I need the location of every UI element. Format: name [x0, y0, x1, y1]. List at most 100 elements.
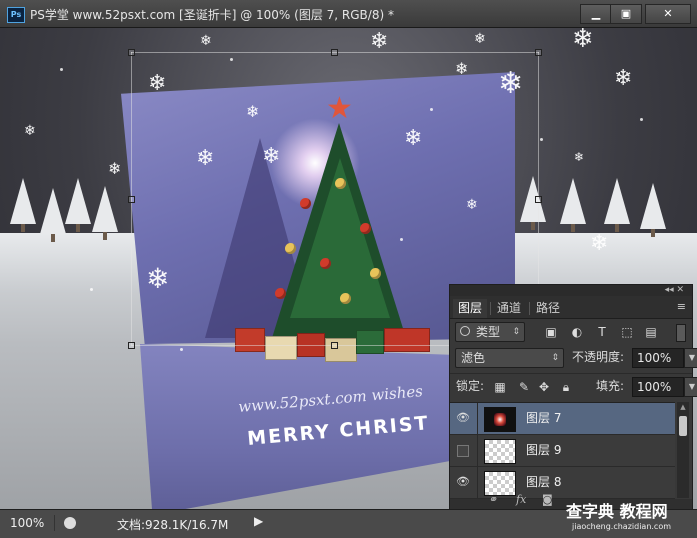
scroll-thumb[interactable] [679, 416, 687, 436]
opacity-field[interactable]: 100% ▼ [632, 348, 697, 368]
layer-name: 图层 8 [526, 475, 562, 489]
snow-dot [180, 348, 183, 351]
panel-menu-icon[interactable]: ≡ [677, 301, 686, 312]
transform-handle-left[interactable] [128, 196, 135, 203]
search-icon [460, 326, 470, 336]
opacity-dropdown-button[interactable]: ▼ [684, 348, 697, 368]
visibility-toggle-off[interactable] [457, 445, 469, 457]
adjustment-layer-filter-icon[interactable]: ◐ [570, 325, 584, 339]
snowflake-icon: ❄ [200, 33, 212, 49]
document-size: 文档:928.1K/16.7M [117, 518, 229, 532]
tree-star-icon: ★ [326, 91, 353, 126]
gift-box [235, 328, 265, 352]
tab-separator [529, 302, 530, 315]
fill-value: 100% [637, 380, 672, 394]
document-info-icon[interactable] [64, 517, 76, 529]
filter-type-label: 类型 [476, 325, 501, 339]
link-layers-icon[interactable]: ⚭ [488, 493, 497, 506]
lock-label: 锁定: [456, 379, 485, 393]
tab-separator [490, 302, 491, 315]
column-divider [477, 435, 478, 466]
lock-transparency-icon[interactable]: ▦ [494, 381, 506, 393]
transform-handle-right[interactable] [535, 196, 542, 203]
title-bar: Ps PS学堂 www.52psxt.com [圣诞折卡] @ 100% (图层… [0, 0, 697, 28]
snowflake-icon: ❄ [574, 150, 585, 164]
panel-header-strip: ◂◂ ✕ [450, 285, 692, 296]
maximize-icon: ▣ [620, 7, 632, 20]
add-mask-icon[interactable]: ◙ [542, 493, 553, 506]
snow-dot [230, 58, 233, 61]
layer-row-9[interactable]: 图层 9 [450, 435, 675, 467]
snowflake-icon: ❄ [614, 66, 633, 91]
tab-paths[interactable]: 路径 [531, 299, 565, 318]
type-layer-filter-icon[interactable]: T [595, 325, 609, 339]
ornament [340, 293, 351, 304]
fill-field[interactable]: 100% ▼ [632, 377, 697, 397]
blend-row: 滤色 ⇕ 不透明度: 100% ▼ [450, 345, 697, 371]
layer-filter-select[interactable]: 类型 ⇕ [455, 322, 525, 342]
filter-toggle[interactable] [676, 324, 686, 342]
snowflake-icon: ❄ [572, 28, 594, 54]
minimize-button[interactable]: ▁ [580, 4, 612, 24]
bg-tree [640, 183, 666, 237]
lock-position-icon[interactable]: ✥ [538, 381, 550, 393]
lock-image-pixels-icon[interactable]: ✎ [518, 381, 530, 393]
close-button[interactable]: ✕ [645, 4, 691, 24]
layer-list-scrollbar[interactable]: ▲ [677, 402, 689, 498]
blend-mode-select[interactable]: 滤色 ⇕ [455, 348, 564, 368]
snowflake-icon: ❄ [246, 102, 260, 121]
ornament [275, 288, 286, 299]
snow-dot [60, 68, 63, 71]
layer-name: 图层 7 [526, 411, 562, 425]
lock-all-icon[interactable]: 🔒︎ [560, 381, 572, 393]
snowflake-icon: ❄ [590, 231, 609, 256]
gift-box [325, 338, 357, 362]
layer-list: 👁︎ 图层 7 图层 9 👁︎ 图层 8 [450, 402, 675, 499]
transform-handle-top-left[interactable] [128, 49, 135, 56]
ornament [285, 243, 296, 254]
fx-icon[interactable]: fx [516, 493, 526, 506]
scroll-up-icon[interactable]: ▲ [677, 402, 689, 412]
panel-tabs: 图层 通道 路径 ≡ [450, 296, 692, 319]
collapse-panel-icon[interactable]: ◂◂ ✕ [665, 285, 684, 296]
snowflake-icon: ❄ [370, 29, 389, 54]
ornament [370, 268, 381, 279]
fill-dropdown-button[interactable]: ▼ [684, 377, 697, 397]
blend-mode-value: 滤色 [461, 351, 486, 365]
close-icon: ✕ [663, 7, 673, 20]
eye-icon[interactable]: 👁︎ [456, 476, 470, 488]
tab-layers[interactable]: 图层 [453, 299, 488, 318]
snowflake-icon: ❄ [404, 126, 423, 151]
ornament [360, 223, 371, 234]
transform-handle-bottom[interactable] [331, 342, 338, 349]
smart-object-filter-icon[interactable]: ▤ [644, 325, 658, 339]
snow-dot [540, 138, 543, 141]
snowflake-icon: ❄ [24, 123, 36, 139]
layer-row-8[interactable]: 👁︎ 图层 8 [450, 467, 675, 499]
bg-tree [560, 178, 586, 232]
gift-box [356, 330, 384, 354]
status-divider [54, 515, 55, 531]
ornament [320, 258, 331, 269]
tab-channels[interactable]: 通道 [492, 299, 526, 318]
maximize-button[interactable]: ▣ [610, 4, 642, 24]
snowflake-icon: ❄ [108, 159, 122, 178]
shape-layer-filter-icon[interactable]: ⬚ [620, 325, 634, 339]
snowflake-icon: ❄ [196, 146, 215, 171]
zoom-level[interactable]: 100% [10, 516, 44, 530]
minimize-icon: ▁ [591, 7, 601, 20]
bg-tree [92, 186, 118, 240]
transform-handle-bottom-left[interactable] [128, 342, 135, 349]
transform-handle-top-right[interactable] [535, 49, 542, 56]
snowflake-icon: ❄ [146, 262, 170, 295]
chevron-updown-icon: ⇕ [551, 353, 559, 363]
opacity-label: 不透明度: [572, 350, 625, 364]
play-icon[interactable]: ▶ [254, 514, 263, 528]
bg-tree [10, 178, 36, 232]
document-title: PS学堂 www.52psxt.com [圣诞折卡] @ 100% (图层 7,… [30, 8, 394, 22]
pixel-layer-filter-icon[interactable]: ▣ [544, 325, 558, 339]
layer-row-7[interactable]: 👁︎ 图层 7 [450, 403, 675, 435]
layer-thumbnail [484, 439, 516, 464]
transform-handle-top[interactable] [331, 49, 338, 56]
eye-icon[interactable]: 👁︎ [456, 412, 470, 424]
